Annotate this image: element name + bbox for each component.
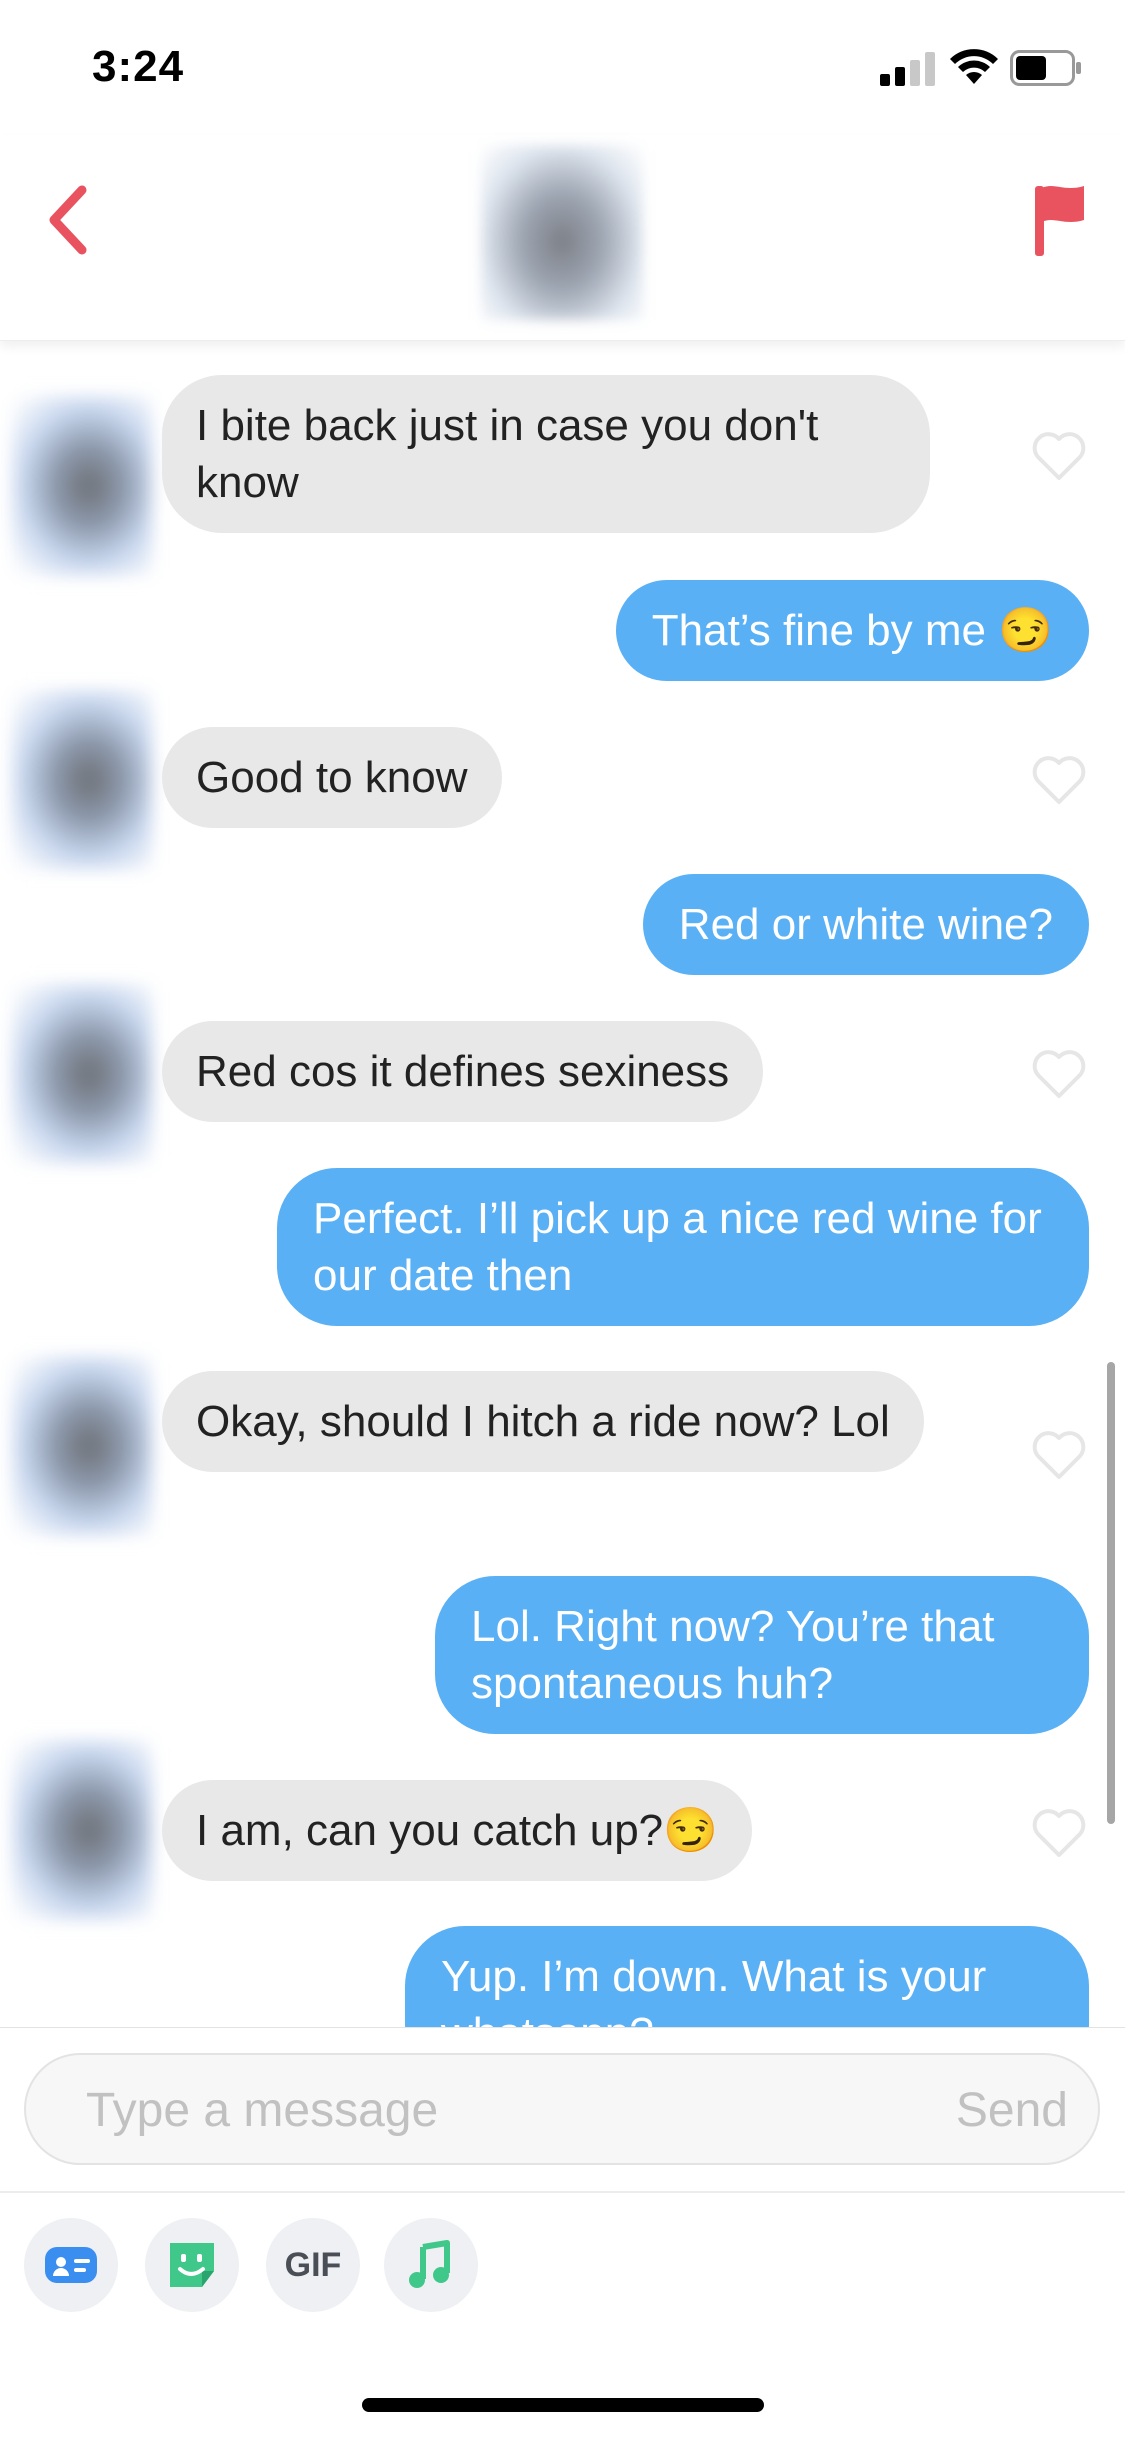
sent-message: That’s fine by me 😏 (615, 580, 1089, 681)
status-bar: 3:24 (0, 0, 1125, 135)
message-input-box[interactable]: Send (24, 2053, 1100, 2165)
heart-icon[interactable] (1030, 1046, 1088, 1100)
contact-card-icon (45, 2247, 97, 2283)
received-message: Good to know (162, 727, 502, 828)
composer: Send GIF (0, 2027, 1125, 2437)
music-button[interactable] (384, 2218, 478, 2312)
match-avatar[interactable] (481, 145, 643, 320)
sent-message: Red or white wine? (642, 874, 1089, 975)
sticker-icon (170, 2243, 214, 2287)
gif-icon: GIF (284, 2246, 342, 2284)
wifi-icon (950, 49, 998, 84)
sent-message: Perfect. I’ll pick up a nice red wine fo… (277, 1168, 1089, 1326)
gif-button[interactable]: GIF (266, 2218, 360, 2312)
received-message: Okay, should I hitch a ride now? Lol (162, 1371, 924, 1472)
sender-avatar (12, 690, 152, 870)
battery-icon (1010, 50, 1081, 86)
message-input[interactable] (84, 2077, 868, 2143)
received-message: I bite back just in case you don't know (162, 375, 930, 533)
sender-avatar (12, 396, 152, 576)
sent-message: Yup. I’m down. What is your whatsapp? (405, 1926, 1089, 2027)
sender-avatar (12, 1740, 152, 1920)
sticker-button[interactable] (145, 2218, 239, 2312)
scrollbar[interactable] (1107, 1362, 1115, 1824)
sender-avatar (12, 1356, 152, 1536)
message-list[interactable]: I bite back just in case you don't know … (0, 340, 1125, 2027)
received-message: I am, can you catch up?😏 (162, 1780, 752, 1881)
status-time: 3:24 (92, 42, 185, 91)
sent-message: Lol. Right now? You’re that spontaneous … (435, 1576, 1089, 1734)
sender-avatar (12, 984, 152, 1164)
contact-card-button[interactable] (24, 2218, 118, 2312)
music-note-icon (409, 2240, 450, 2288)
heart-icon[interactable] (1030, 1805, 1088, 1859)
flag-icon[interactable] (1030, 180, 1090, 260)
send-button[interactable]: Send (956, 2083, 1068, 2138)
heart-icon[interactable] (1030, 1427, 1088, 1481)
heart-icon[interactable] (1030, 752, 1088, 806)
divider (0, 2191, 1125, 2193)
received-message: Red cos it defines sexiness (162, 1021, 764, 1122)
chat-header (0, 135, 1125, 341)
home-indicator[interactable] (362, 2398, 764, 2412)
heart-icon[interactable] (1030, 428, 1088, 482)
chevron-left-icon[interactable] (38, 180, 98, 260)
cellular-signal-icon (880, 52, 935, 86)
